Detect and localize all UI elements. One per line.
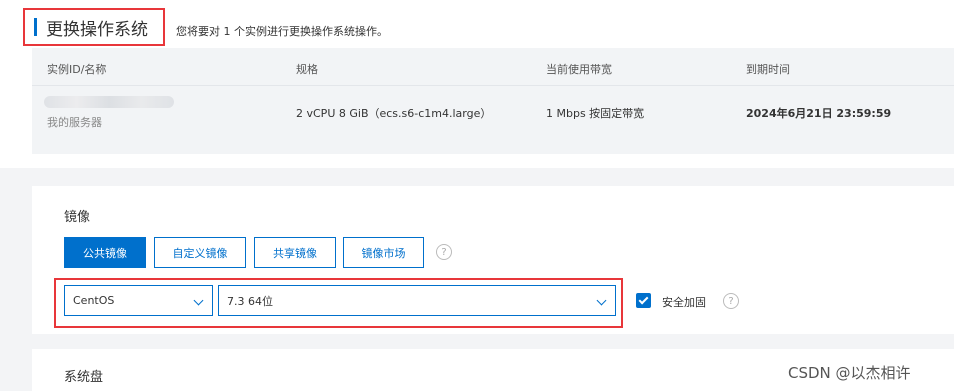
column-header-instance: 实例ID/名称	[47, 63, 107, 76]
os-select-value: CentOS	[73, 294, 115, 307]
security-hardening-label: 安全加固	[662, 296, 706, 309]
tab-custom-image[interactable]: 自定义镜像	[154, 237, 246, 268]
os-select[interactable]: CentOS	[64, 285, 213, 316]
tab-image-market[interactable]: 镜像市场	[343, 237, 424, 268]
instance-bandwidth: 1 Mbps 按固定带宽	[546, 107, 645, 120]
instance-expiry: 2024年6月21日 23:59:59	[746, 107, 892, 120]
security-hardening-checkbox[interactable]	[636, 293, 651, 308]
chevron-down-icon	[193, 295, 204, 306]
system-disk-label: 系统盘	[64, 370, 104, 385]
column-header-bandwidth: 当前使用带宽	[546, 63, 612, 76]
title-accent-bar	[34, 18, 37, 36]
chevron-down-icon	[596, 295, 607, 306]
column-header-spec: 规格	[296, 63, 318, 76]
tab-public-image[interactable]: 公共镜像	[64, 237, 146, 268]
version-select[interactable]: 7.3 64位	[218, 285, 616, 316]
help-icon[interactable]: ?	[436, 244, 452, 260]
tab-shared-image[interactable]: 共享镜像	[254, 237, 336, 268]
table-header: 实例ID/名称 规格 当前使用带宽 到期时间	[32, 48, 954, 86]
instance-name: 我的服务器	[47, 116, 102, 129]
page-title: 更换操作系统	[46, 20, 148, 40]
checkmark-icon	[638, 294, 649, 305]
column-header-expiry: 到期时间	[746, 63, 790, 76]
image-section-label: 镜像	[64, 210, 91, 225]
watermark: CSDN @以杰相许	[788, 364, 911, 382]
help-icon[interactable]: ?	[723, 293, 739, 309]
redacted-instance-id	[44, 96, 174, 108]
page-subtitle: 您将要对 1 个实例进行更换操作系统操作。	[176, 25, 388, 38]
instance-spec: 2 vCPU 8 GiB（ecs.s6-c1m4.large）	[296, 107, 492, 120]
version-select-value: 7.3 64位	[227, 294, 273, 308]
instance-table: 实例ID/名称 规格 当前使用带宽 到期时间 我的服务器 2 vCPU 8 Gi…	[32, 48, 954, 154]
